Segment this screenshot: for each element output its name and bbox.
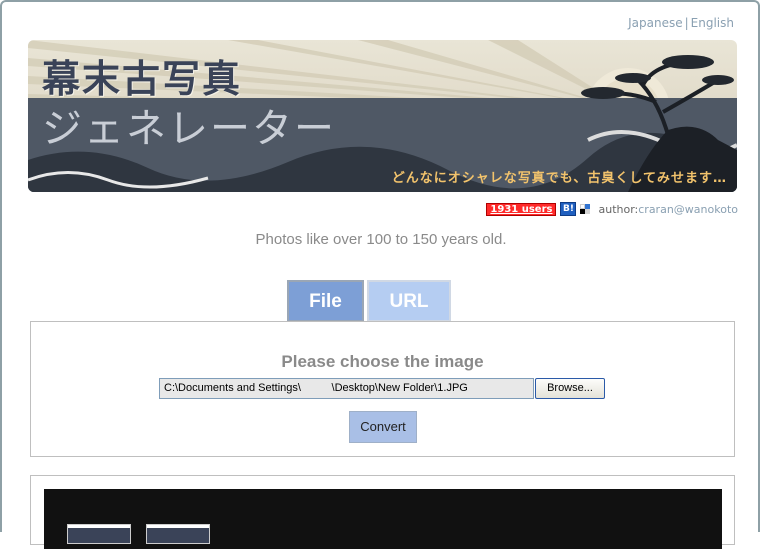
gallery-thumbnail[interactable] [67,524,131,544]
header-banner: 幕末古写真 ジェネレーター どんなにオシャレな写真でも、古臭くしてみせます… [28,40,737,192]
delicious-icon[interactable] [580,204,591,214]
banner-title-line1: 幕末古写真 [42,56,243,101]
browse-button[interactable]: Browse... [535,378,605,399]
english-link[interactable]: English [691,16,734,30]
upload-panel: Please choose the image C:\Documents and… [30,321,735,457]
gallery-panel [30,475,735,549]
hatena-users-badge[interactable]: 1931 users [486,202,557,216]
japanese-link[interactable]: Japanese [628,16,683,30]
tab-file[interactable]: File [287,280,364,322]
meta-bar: 1931 users B! author:craran@wanokoto [486,202,738,216]
upload-title: Please choose the image [281,352,484,371]
lang-separator: | [684,16,689,30]
author-credit: author:craran@wanokoto [598,203,738,216]
author-label: author: [598,202,639,216]
language-switcher: Japanese | English [628,16,734,30]
tagline: Photos like over 100 to 150 years old. [255,231,507,248]
tab-url[interactable]: URL [367,280,451,322]
banner-subtitle: どんなにオシャレな写真でも、古臭くしてみせます… [391,171,727,186]
hatena-bookmark-icon[interactable]: B! [560,202,577,216]
author-link[interactable]: craran@wanokoto [638,203,738,216]
banner-title-line2: ジェネレーター [42,106,336,152]
file-path-input[interactable]: C:\Documents and Settings\ \Desktop\New … [159,378,534,399]
gallery-thumbnail[interactable] [146,524,210,544]
sample-gallery [44,489,722,549]
convert-button[interactable]: Convert [349,411,417,443]
